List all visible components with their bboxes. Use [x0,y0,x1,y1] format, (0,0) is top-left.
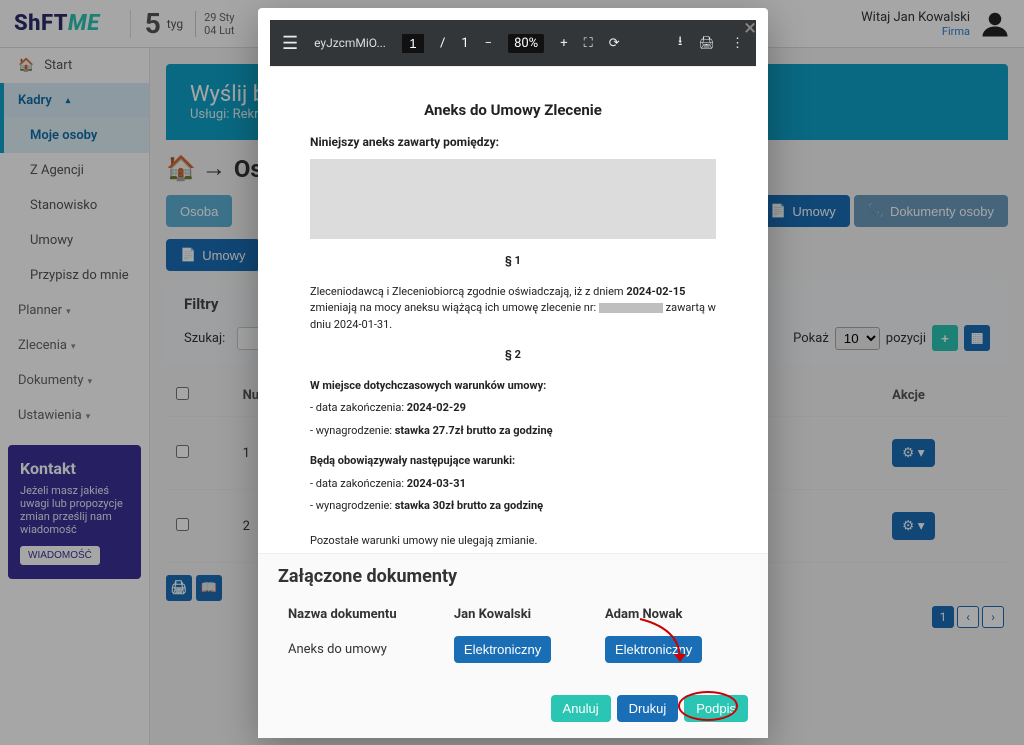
rotate-icon[interactable]: ⟳ [609,36,620,51]
fit-icon[interactable]: ⛶ [584,36,593,51]
pdf-body: Aneks do Umowy Zlecenie Niniejszy aneks … [270,66,756,553]
print-button[interactable]: Drukuj [617,695,679,722]
attachments-footer: Załączone dokumenty Nazwa dokumentu Jan … [258,553,768,738]
pdf-filename: eyJzcmMiO... [314,36,386,50]
sign-type-button[interactable]: Elektroniczny [454,636,551,663]
sign-type-button[interactable]: Elektroniczny [605,636,702,663]
zoom-level: 80% [508,34,544,53]
pdf-toolbar: ☰ eyJzcmMiO... / 1 − 80% + ⛶ ⟳ ⭳ 🖨 ⋮ [270,20,756,66]
cancel-button[interactable]: Anuluj [551,695,611,722]
print-icon[interactable]: 🖨 [698,36,715,51]
more-icon[interactable]: ⋮ [731,36,744,51]
menu-icon[interactable]: ☰ [282,33,298,54]
party-box [310,159,716,239]
redacted [599,303,663,313]
doc-title: Aneks do Umowy Zlecenie [310,101,716,119]
download-icon[interactable]: ⭳ [678,32,683,54]
page-input[interactable] [402,34,424,53]
zoom-in-icon[interactable]: + [560,36,567,51]
sign-button[interactable]: Podpis [684,695,748,722]
document-modal: × ☰ eyJzcmMiO... / 1 − 80% + ⛶ ⟳ ⭳ 🖨 ⋮ A… [258,8,768,738]
close-icon[interactable]: × [744,16,756,41]
zoom-out-icon[interactable]: − [485,36,492,51]
